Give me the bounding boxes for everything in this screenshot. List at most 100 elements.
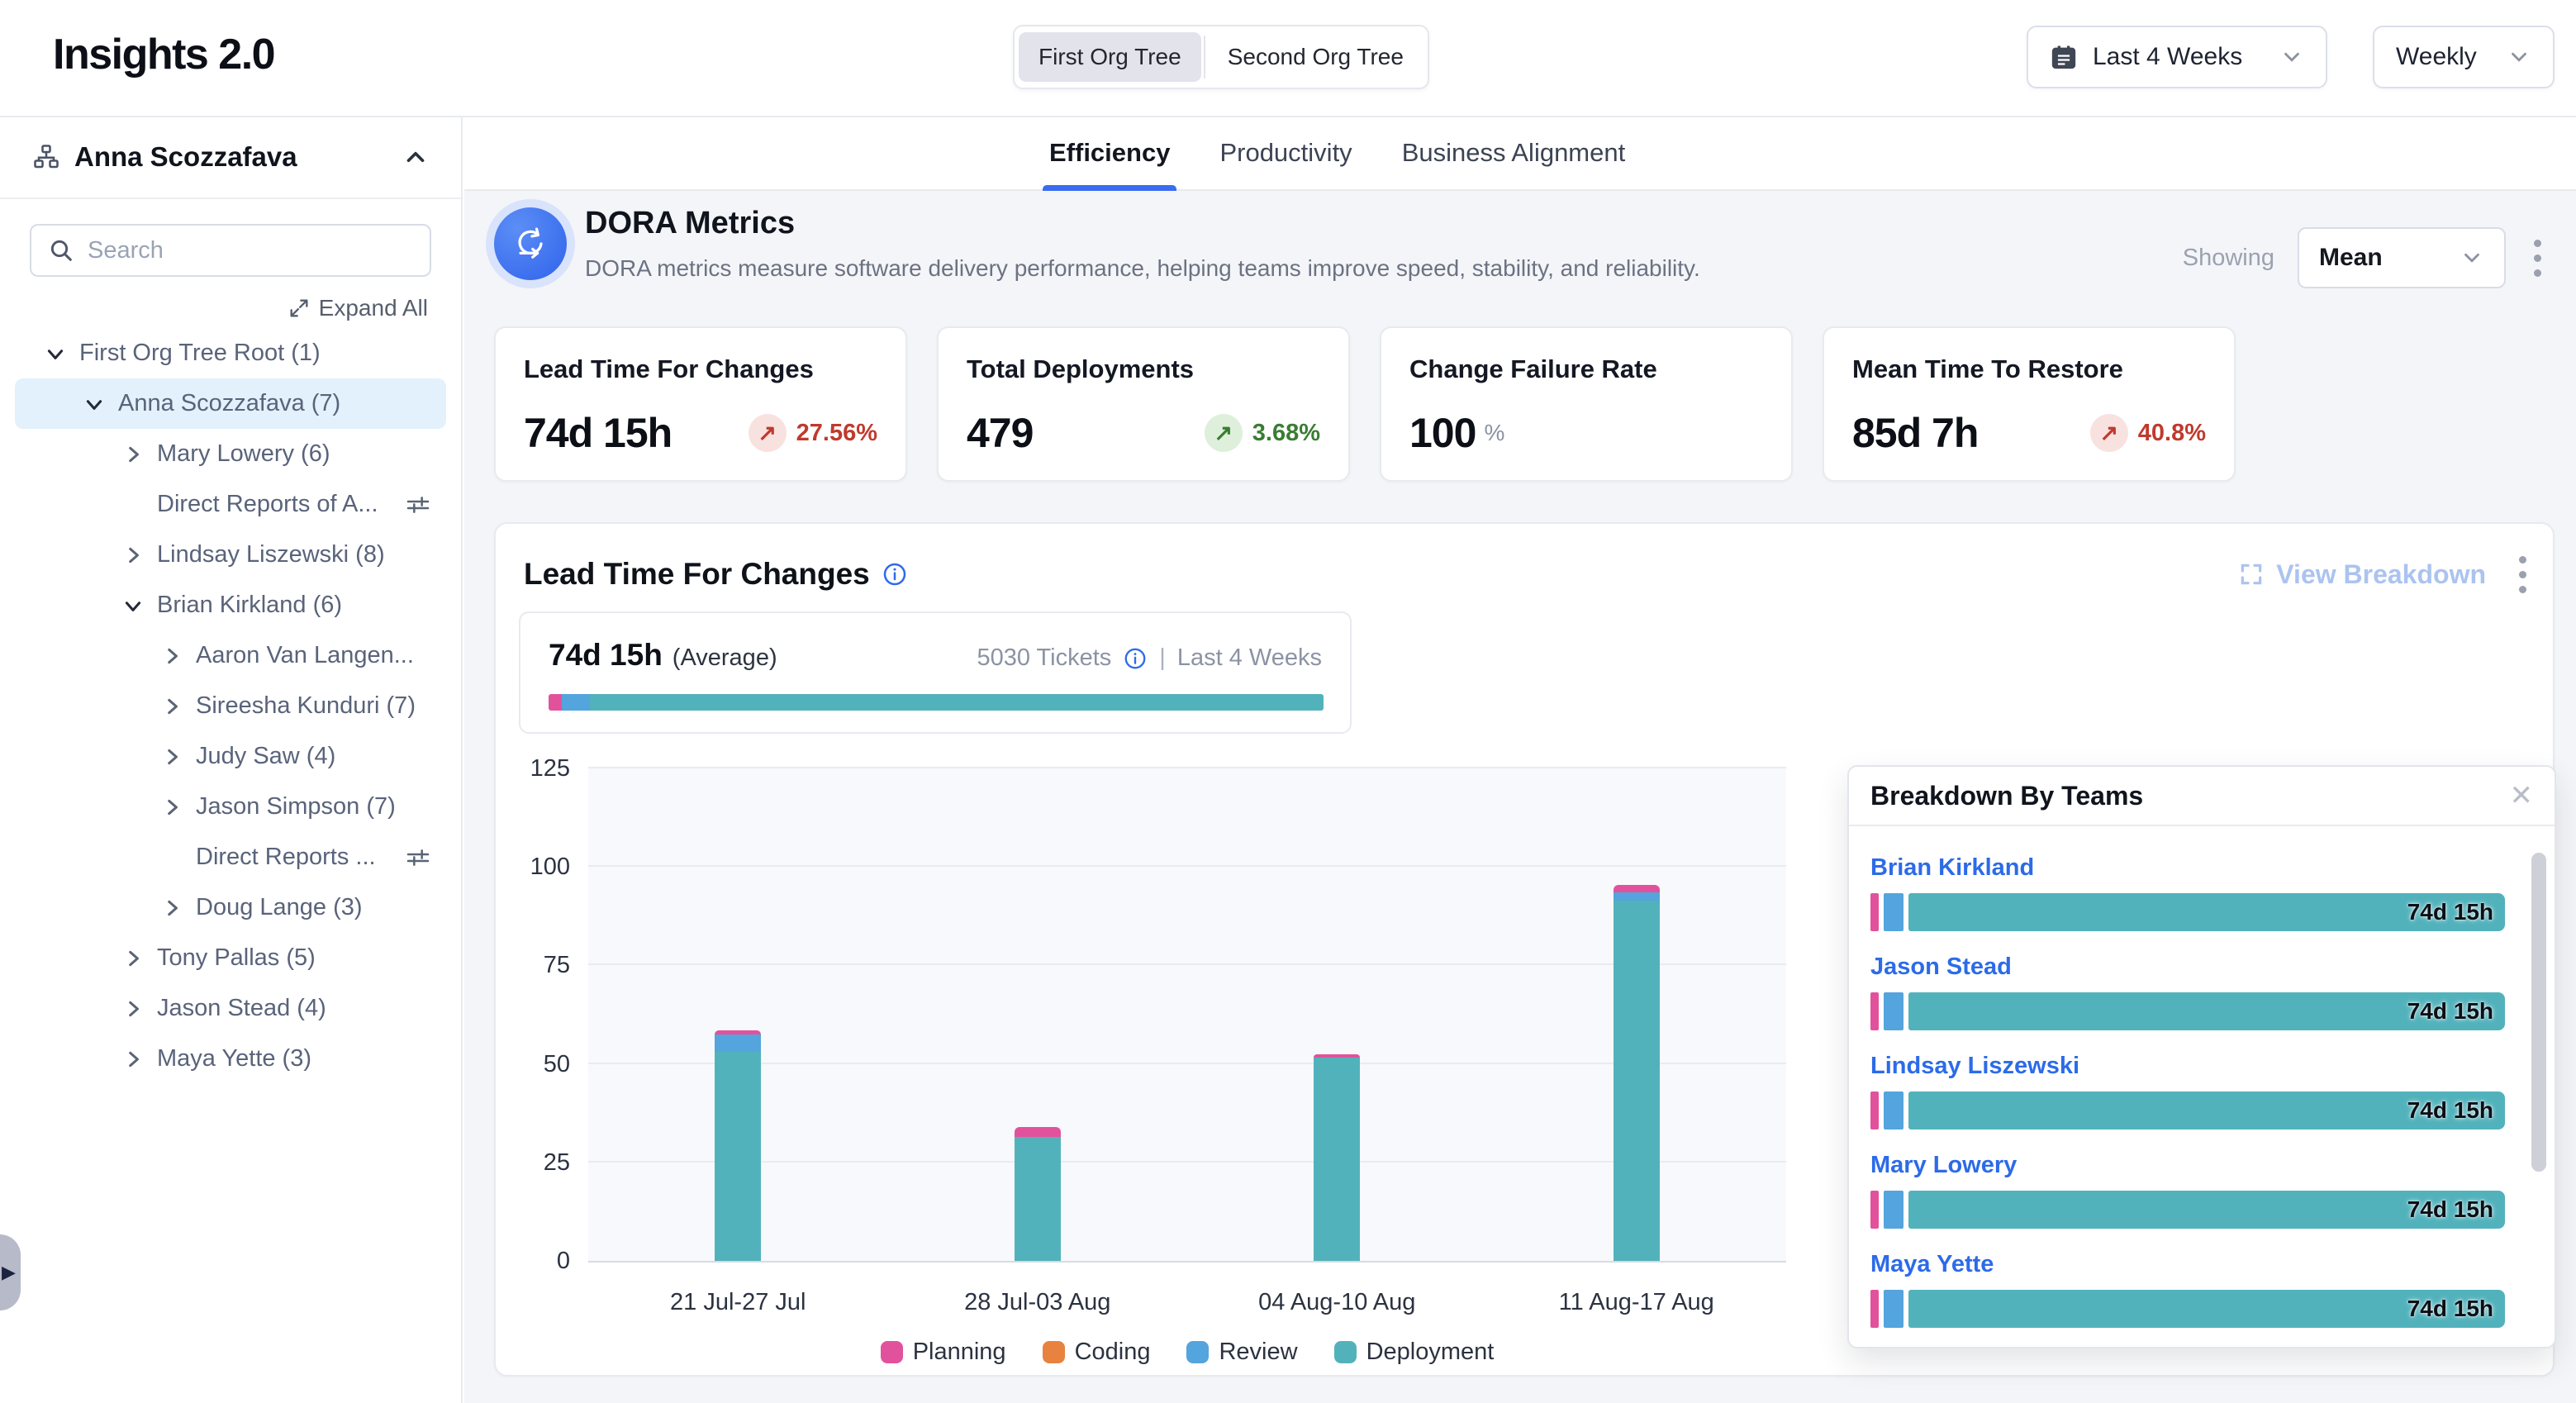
chevron-right-icon[interactable]	[122, 545, 157, 566]
filter-icon[interactable]	[405, 844, 431, 871]
scrollbar-thumb[interactable]	[2531, 853, 2546, 1172]
tree-item[interactable]: Lindsay Liszewski (8)	[15, 530, 446, 580]
phase-segment-review	[562, 694, 590, 711]
tree-item-label: Jason Stead (4)	[157, 995, 326, 1022]
metric-card: Lead Time For Changes74d 15h↗27.56%	[494, 326, 907, 482]
legend-item-review[interactable]: Review	[1186, 1339, 1297, 1366]
tab-business-alignment[interactable]: Business Alignment	[1395, 117, 1633, 189]
tree-item[interactable]: Tony Pallas (5)	[15, 933, 446, 983]
app-header: Insights 2.0 First Org Tree Second Org T…	[0, 0, 2576, 117]
chevron-right-icon[interactable]	[161, 746, 196, 768]
breakdown-bar: 74d 15h	[1870, 992, 2505, 1030]
gridline	[588, 865, 1786, 867]
legend-item-planning[interactable]: Planning	[881, 1339, 1006, 1366]
aggregation-select[interactable]: Mean	[2298, 227, 2506, 288]
bar-11 Aug-17 Aug[interactable]	[1614, 768, 1660, 1261]
view-breakdown-button[interactable]: View Breakdown	[2238, 559, 2486, 590]
tab-efficiency[interactable]: Efficiency	[1043, 117, 1176, 189]
gridline	[588, 1161, 1786, 1163]
chevron-down-icon[interactable]	[83, 393, 118, 415]
breakdown-row: Jason Stead 74d 15h	[1870, 954, 2505, 1030]
breakdown-team-link[interactable]: Mary Lowery	[1870, 1152, 2017, 1179]
tree-item-label: Sireesha Kunduri (7)	[196, 692, 416, 720]
bar-segment-review	[1614, 892, 1660, 901]
x-axis-tick-label: 04 Aug-10 Aug	[1258, 1289, 1415, 1316]
lead-time-title: Lead Time For Changes	[524, 557, 870, 592]
tree-item[interactable]: Jason Simpson (7)	[15, 782, 446, 832]
tree-item[interactable]: Maya Yette (3)	[15, 1034, 446, 1084]
lead-time-kebab-menu-icon[interactable]	[2514, 551, 2531, 598]
trend-delta-value: 27.56%	[796, 420, 877, 447]
org-toggle-second[interactable]: Second Org Tree	[1208, 32, 1423, 82]
breakdown-team-link[interactable]: Brian Kirkland	[1870, 854, 2034, 882]
breakdown-row: Maya Yette 74d 15h	[1870, 1251, 2505, 1328]
calendar-icon	[2050, 43, 2078, 71]
breakdown-value: 74d 15h	[2407, 899, 2493, 925]
date-range-select[interactable]: Last 4 Weeks	[2027, 26, 2327, 88]
tree-item-label: Anna Scozzafava (7)	[118, 390, 340, 417]
close-icon[interactable]: ✕	[2510, 782, 2534, 810]
breakdown-scrollbar[interactable]	[2531, 853, 2546, 1266]
bar-segment-review	[715, 1034, 761, 1052]
filter-icon[interactable]	[405, 492, 431, 518]
tree-item[interactable]: Direct Reports ...	[15, 832, 446, 882]
info-icon[interactable]	[1123, 646, 1148, 671]
bar-segment-planning	[1614, 885, 1660, 893]
breakdown-row: Lindsay Liszewski 74d 15h	[1870, 1053, 2505, 1130]
metric-card-title: Change Failure Rate	[1409, 354, 1763, 384]
dora-kebab-menu-icon[interactable]	[2529, 235, 2546, 282]
chevron-right-icon[interactable]	[122, 1049, 157, 1070]
chevron-right-icon[interactable]	[161, 645, 196, 667]
bar-segment-review	[1884, 1290, 1903, 1328]
tree-item[interactable]: Anna Scozzafava (7)	[15, 378, 446, 429]
breakdown-team-link[interactable]: Jason Stead	[1870, 954, 2012, 981]
breakdown-value: 74d 15h	[2407, 1097, 2493, 1124]
org-toggle-first[interactable]: First Org Tree	[1019, 32, 1201, 82]
bar-segment-planning	[1870, 1290, 1879, 1328]
tree-item-label: First Org Tree Root (1)	[79, 340, 321, 367]
chevron-right-icon[interactable]	[122, 948, 157, 969]
trend-up-arrow-icon: ↗	[1205, 414, 1243, 452]
expand-all-button[interactable]: Expand All	[33, 295, 428, 321]
expand-all-label: Expand All	[319, 295, 428, 321]
summary-phase-bar	[549, 694, 1324, 711]
chevron-down-icon[interactable]	[122, 595, 157, 616]
tree-item[interactable]: Direct Reports of A...	[15, 479, 446, 530]
breakdown-bar: 74d 15h	[1870, 1091, 2505, 1130]
tree-item-label: Doug Lange (3)	[196, 894, 363, 921]
sidebar-collapse-chevron-up-icon[interactable]	[402, 143, 430, 171]
tab-productivity[interactable]: Productivity	[1213, 117, 1358, 189]
chevron-right-icon[interactable]	[122, 444, 157, 465]
tree-item[interactable]: Sireesha Kunduri (7)	[15, 681, 446, 731]
gridline	[588, 963, 1786, 965]
chevron-right-icon[interactable]	[161, 696, 196, 717]
legend-item-coding[interactable]: Coding	[1043, 1339, 1151, 1366]
granularity-select[interactable]: Weekly	[2373, 26, 2555, 88]
bar-04 Aug-10 Aug[interactable]	[1314, 768, 1360, 1261]
trend-badge: ↗27.56%	[749, 414, 877, 452]
tree-item[interactable]: Judy Saw (4)	[15, 731, 446, 782]
tree-item-label: Maya Yette (3)	[157, 1045, 311, 1072]
tree-item[interactable]: First Org Tree Root (1)	[15, 328, 446, 378]
tree-item[interactable]: Doug Lange (3)	[15, 882, 446, 933]
breakdown-team-link[interactable]: Maya Yette	[1870, 1251, 1994, 1278]
chevron-down-icon[interactable]	[45, 343, 79, 364]
breakdown-title: Breakdown By Teams	[1870, 781, 2143, 811]
chevron-right-icon[interactable]	[161, 897, 196, 919]
legend-item-deployment[interactable]: Deployment	[1334, 1339, 1495, 1366]
tree-item[interactable]: Brian Kirkland (6)	[15, 580, 446, 630]
sidebar-edge-toggle[interactable]: ▶	[0, 1234, 21, 1310]
search-icon	[48, 237, 74, 264]
breakdown-bar: 74d 15h	[1870, 1290, 2505, 1328]
breakdown-team-link[interactable]: Lindsay Liszewski	[1870, 1053, 2079, 1080]
chevron-right-icon[interactable]	[122, 998, 157, 1020]
bar-21 Jul-27 Jul[interactable]	[715, 768, 761, 1261]
bar-28 Jul-03 Aug[interactable]	[1015, 768, 1061, 1261]
search-input[interactable]	[86, 236, 413, 265]
info-icon[interactable]	[882, 561, 908, 587]
metric-card-value: 479	[967, 409, 1033, 457]
tree-item[interactable]: Jason Stead (4)	[15, 983, 446, 1034]
chevron-right-icon[interactable]	[161, 797, 196, 818]
tree-item[interactable]: Aaron Van Langen...	[15, 630, 446, 681]
tree-item[interactable]: Mary Lowery (6)	[15, 429, 446, 479]
